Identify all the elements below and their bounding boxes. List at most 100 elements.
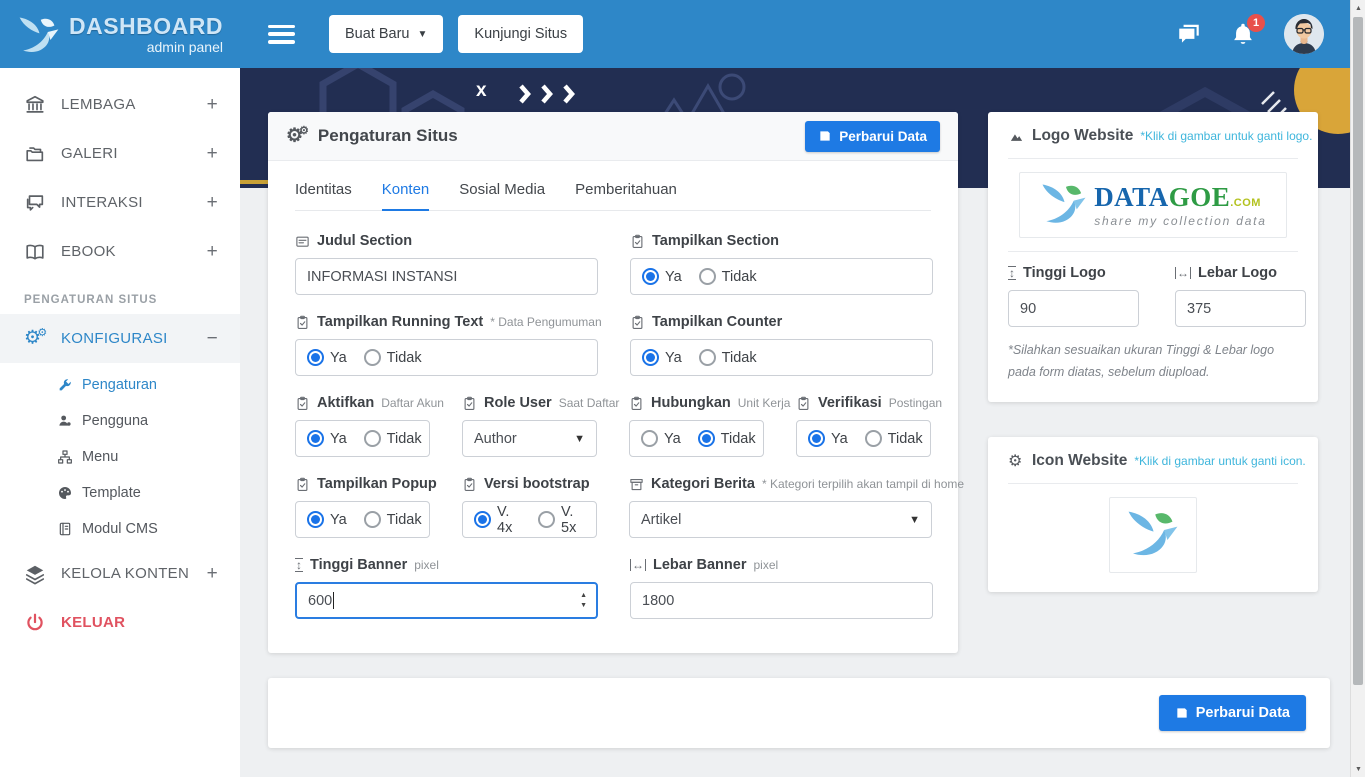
sidebar-item-konfigurasi[interactable]: ⚙⚙ KONFIGURASI − (0, 314, 240, 363)
radio-option-tidak[interactable]: Tidak (364, 511, 422, 528)
page-scrollbar[interactable]: ▲ ▼ (1350, 0, 1365, 777)
scroll-up-arrow[interactable]: ▲ (1351, 0, 1365, 16)
brand-bird-icon: .bw1{fill:#bfe0f2}.bw2{fill:#e9f5fc} (17, 16, 61, 56)
radio-option-ya[interactable]: Ya (642, 268, 682, 285)
expand-plus-icon[interactable]: + (207, 94, 218, 116)
buat-baru-label: Buat Baru (345, 26, 410, 42)
radio-icon (364, 511, 381, 528)
radio-option-tidak[interactable]: Tidak (698, 430, 756, 447)
tab-pemberitahuan[interactable]: Pemberitahuan (575, 181, 677, 210)
save-icon (818, 129, 832, 143)
submenu-item-label: Template (82, 485, 141, 501)
scroll-down-arrow[interactable]: ▼ (1351, 761, 1365, 777)
journal-icon (57, 521, 73, 537)
submenu-item-template[interactable]: Template (0, 475, 240, 511)
expand-plus-icon[interactable]: + (207, 563, 218, 585)
wrench-icon (57, 377, 73, 393)
image-icon (1008, 129, 1025, 144)
radio-option-label: Ya (330, 512, 347, 528)
radio-icon (642, 349, 659, 366)
hamburger-menu-icon[interactable] (268, 25, 295, 44)
number-spinner[interactable]: ▲▼ (580, 584, 587, 617)
judul-section-input[interactable] (295, 258, 598, 295)
expand-plus-icon[interactable]: + (207, 192, 218, 214)
radio-option-ya[interactable]: Ya (642, 349, 682, 366)
lebar-logo-input[interactable] (1175, 290, 1306, 327)
submenu-item-pengaturan[interactable]: Pengaturan (0, 367, 240, 403)
website-logo-image[interactable]: DATAGOE.COM share my collection data (1019, 172, 1287, 238)
clipboard-check-icon (462, 396, 477, 411)
radio-option-ya[interactable]: Ya (307, 511, 347, 528)
logo-tagline: share my collection data (1094, 215, 1267, 227)
radio-option-v-4x[interactable]: V. 4x (474, 504, 521, 536)
radio-option-tidak[interactable]: Tidak (364, 349, 422, 366)
tab-sosial-media[interactable]: Sosial Media (459, 181, 545, 210)
radio-option-tidak[interactable]: Tidak (364, 430, 422, 447)
clipboard-check-icon (796, 396, 811, 411)
radio-option-ya[interactable]: Ya (808, 430, 848, 447)
buat-baru-button[interactable]: Buat Baru ▼ (329, 15, 443, 53)
tampilkan-popup-radio-group: Ya Tidak (295, 501, 430, 538)
sidebar-item-ebook[interactable]: EBOOK + (0, 227, 240, 276)
sidebar-section-label: PENGATURAN SITUS (24, 294, 240, 306)
tinggi-logo-input[interactable] (1008, 290, 1139, 327)
scrollbar-thumb[interactable] (1353, 17, 1363, 685)
sidebar-item-galeri[interactable]: GALERI + (0, 129, 240, 178)
messages-icon[interactable] (1176, 21, 1202, 47)
icon-card-title: Icon Website (1032, 452, 1127, 470)
submenu-item-pengguna[interactable]: Pengguna (0, 403, 240, 439)
aktifkan-radio-group: Ya Tidak (295, 420, 430, 457)
collapse-minus-icon[interactable]: − (207, 328, 218, 350)
logo-suffix: .COM (1230, 197, 1261, 209)
caret-down-icon: ▼ (418, 29, 428, 40)
field-label: Tampilkan Section (652, 233, 779, 249)
website-icon-image[interactable] (1109, 497, 1197, 573)
clipboard-check-icon (630, 234, 645, 249)
radio-option-label: Tidak (387, 431, 422, 447)
sitemap-icon (57, 449, 73, 465)
radio-option-ya[interactable]: Ya (641, 430, 681, 447)
radio-option-tidak[interactable]: Tidak (699, 349, 757, 366)
tab-identitas[interactable]: Identitas (295, 181, 352, 210)
user-avatar[interactable] (1284, 14, 1324, 54)
field-label: Judul Section (317, 233, 412, 249)
chevron-down-icon: ▼ (909, 514, 920, 526)
lebar-banner-input[interactable] (630, 582, 933, 619)
radio-option-tidak[interactable]: Tidak (865, 430, 923, 447)
sidebar-item-lembaga[interactable]: LEMBAGA + (0, 80, 240, 129)
radio-option-ya[interactable]: Ya (307, 349, 347, 366)
perbarui-data-footer-button[interactable]: Perbarui Data (1159, 695, 1306, 731)
expand-plus-icon[interactable]: + (207, 143, 218, 165)
kunjungi-situs-button[interactable]: Kunjungi Situs (458, 15, 583, 53)
palette-icon (57, 485, 73, 501)
tab-konten[interactable]: Konten (382, 181, 430, 211)
field-sublabel: pixel (753, 558, 778, 572)
width-arrows-icon: ↔ (630, 559, 646, 572)
kategori-berita-value: Artikel (641, 512, 681, 528)
user-gear-icon (57, 413, 73, 429)
field-label: Lebar Banner (653, 557, 746, 573)
submenu-item-modul-cms[interactable]: Modul CMS (0, 511, 240, 547)
kategori-berita-select[interactable]: Artikel ▼ (629, 501, 932, 538)
tinggi-banner-input[interactable]: 600 ▲▼ (295, 582, 598, 619)
submenu-item-menu[interactable]: Menu (0, 439, 240, 475)
radio-option-v-5x[interactable]: V. 5x (538, 504, 585, 536)
clipboard-check-icon (295, 396, 310, 411)
radio-option-ya[interactable]: Ya (307, 430, 347, 447)
expand-plus-icon[interactable]: + (207, 241, 218, 263)
sidebar-item-kelola-konten[interactable]: KELOLA KONTEN + (0, 549, 240, 598)
pengaturan-situs-card: ⚙⚙ Pengaturan Situs Perbarui Data Identi… (268, 112, 958, 653)
sidebar-item-interaksi[interactable]: INTERAKSI + (0, 178, 240, 227)
sidebar-item-label: KELUAR (61, 614, 125, 631)
sidebar-item-keluar[interactable]: KELUAR (0, 598, 240, 647)
notifications-bell-icon[interactable]: 1 (1230, 21, 1256, 47)
app-logo[interactable]: .bw1{fill:#bfe0f2}.bw2{fill:#e9f5fc} DAS… (0, 0, 240, 68)
verifikasi-radio-group: Ya Tidak (796, 420, 931, 457)
field-note: * Kategori terpilih akan tampil di home (762, 477, 964, 491)
role-user-select[interactable]: Author ▼ (462, 420, 597, 457)
radio-icon (642, 268, 659, 285)
power-icon (24, 612, 46, 634)
radio-option-label: Tidak (722, 269, 757, 285)
radio-option-tidak[interactable]: Tidak (699, 268, 757, 285)
perbarui-data-button[interactable]: Perbarui Data (805, 121, 940, 152)
